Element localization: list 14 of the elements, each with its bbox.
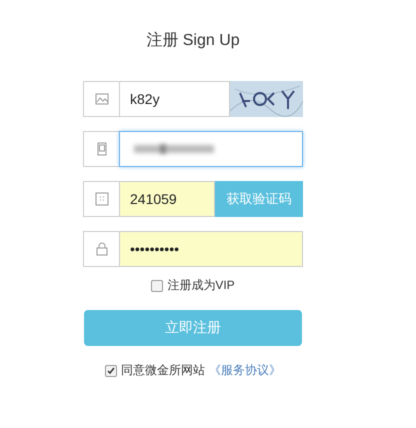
phone-field[interactable]: [119, 131, 303, 167]
agree-label: 同意微金所网站: [121, 362, 205, 379]
password-field[interactable]: ••••••••••: [119, 231, 303, 267]
input-field[interactable]: 241059: [119, 181, 215, 217]
phone-icon: [94, 142, 108, 156]
terms-link[interactable]: 《服务协议》: [209, 362, 281, 379]
lock-icon: [94, 242, 108, 256]
checkbox[interactable]: [105, 364, 117, 376]
checkbox[interactable]: [151, 280, 164, 292]
input-field[interactable]: k82y: [119, 81, 230, 117]
vip-label: 注册成为VIP: [167, 277, 235, 294]
keypad-icon: [94, 192, 108, 206]
page-title: 注册 Sign Up: [146, 30, 240, 51]
image-icon: [94, 92, 108, 106]
